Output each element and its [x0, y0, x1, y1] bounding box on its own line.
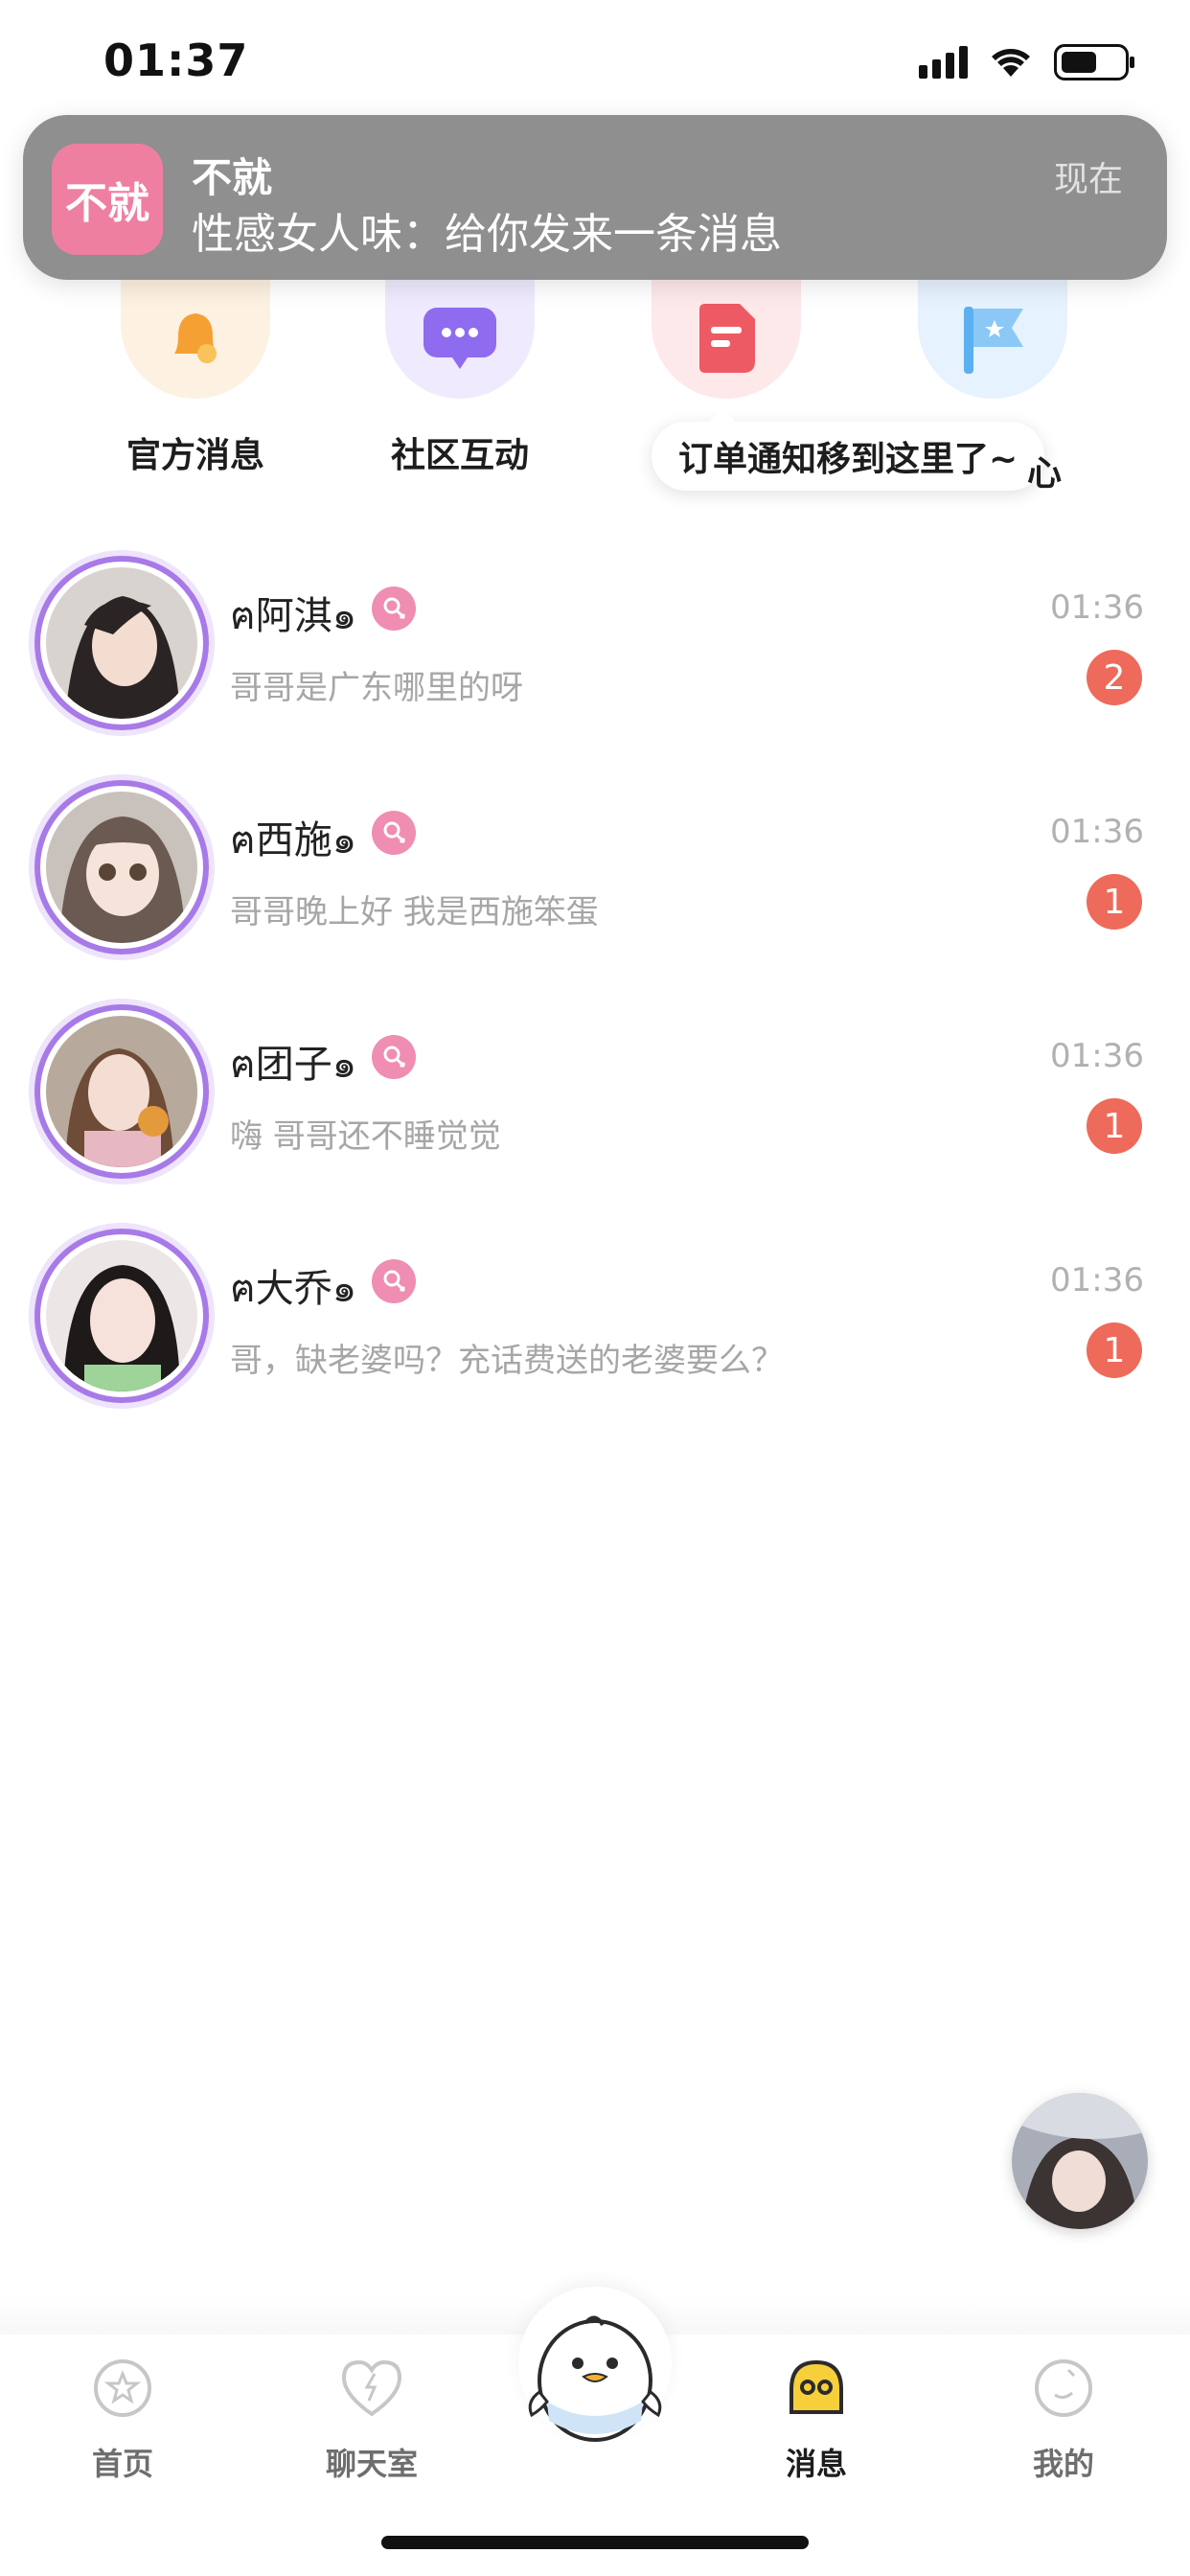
wifi-icon — [989, 46, 1033, 79]
floating-avatar-button[interactable] — [1012, 2093, 1148, 2229]
contact-name: ฅ阿淇๑ — [230, 594, 357, 638]
message-time: 01:36 — [1050, 1261, 1144, 1300]
notification-title: 不就 — [192, 154, 273, 201]
female-gender-icon — [372, 586, 416, 631]
heart-lightning-icon — [337, 2354, 406, 2423]
contact-name: ฅ团子๑ — [230, 1043, 357, 1087]
bell-icon — [121, 278, 270, 399]
home-star-icon — [88, 2354, 157, 2423]
message-preview: 哥，缺老婆吗？充话费送的老婆要么？ — [230, 1342, 784, 1380]
push-notification-banner[interactable]: 不就 不就 性感女人味：给你发来一条消息 现在 — [23, 115, 1167, 280]
tab-chatroom[interactable]: 聊天室 — [295, 2354, 448, 2484]
home-indicator[interactable] — [381, 2536, 809, 2549]
tab-label: 消息 — [785, 2446, 847, 2482]
unread-count-badge: 1 — [1087, 1098, 1142, 1154]
tab-home[interactable]: 首页 — [46, 2354, 199, 2484]
conversation-list: ฅ阿淇๑ 01:36 哥哥是广东哪里的呀 2 ฅ西施๑ 01:36 哥哥晚上好 … — [0, 546, 1190, 1443]
quick-entry-official[interactable]: 官方消息 — [100, 278, 291, 489]
chat-bubble-icon — [385, 278, 535, 399]
status-bar: 01:37 — [0, 0, 1190, 115]
message-preview: 哥哥是广东哪里的呀 — [230, 669, 523, 707]
unread-count-badge: 1 — [1087, 1322, 1142, 1378]
quick-entry-label: 社区互动 — [390, 436, 529, 475]
order-doc-icon — [652, 278, 801, 399]
cellular-signal-icon — [919, 46, 968, 79]
profile-icon — [1029, 2354, 1098, 2423]
avatar[interactable] — [34, 780, 209, 954]
message-time: 01:36 — [1050, 813, 1144, 851]
message-preview: 嗨 哥哥还不睡觉觉 — [230, 1117, 501, 1156]
battery-icon — [1054, 44, 1134, 80]
unread-count-badge: 2 — [1087, 650, 1142, 705]
contact-name: ฅ西施๑ — [230, 818, 357, 862]
message-time: 01:36 — [1050, 588, 1144, 627]
tab-profile[interactable]: 我的 — [987, 2354, 1140, 2484]
avatar[interactable] — [34, 1229, 209, 1403]
quick-entry-community[interactable]: 社区互动 — [364, 278, 556, 489]
messages-screen: 01:37 官方消息 社区互动 订单通知移到这里了~ 心 不就 不就 性感女人味… — [0, 0, 1190, 2576]
tab-messages[interactable]: 消息 — [740, 2354, 893, 2484]
female-gender-icon — [372, 1259, 416, 1303]
contact-name: ฅ大乔๑ — [230, 1267, 357, 1311]
conversation-row[interactable]: ฅ阿淇๑ 01:36 哥哥是广东哪里的呀 2 — [0, 546, 1190, 770]
notification-message: 性感女人味：给你发来一条消息 — [192, 210, 782, 259]
center-mascot-button[interactable] — [518, 2287, 672, 2442]
tab-label: 聊天室 — [325, 2446, 418, 2482]
avatar-image — [46, 1240, 197, 1392]
avatar-image — [46, 1016, 197, 1167]
conversation-row[interactable]: ฅ大乔๑ 01:36 哥，缺老婆吗？充话费送的老婆要么？ 1 — [0, 1219, 1190, 1443]
tab-label: 我的 — [1032, 2446, 1094, 2482]
conversation-row[interactable]: ฅ西施๑ 01:36 哥哥晚上好 我是西施笨蛋 1 — [0, 770, 1190, 995]
avatar[interactable] — [34, 556, 209, 730]
status-icons — [919, 44, 1134, 80]
avatar-image — [46, 792, 197, 943]
female-gender-icon — [372, 1035, 416, 1079]
avatar[interactable] — [34, 1004, 209, 1179]
flag-icon — [918, 278, 1067, 399]
conversation-row[interactable]: ฅ团子๑ 01:36 嗨 哥哥还不睡觉觉 1 — [0, 995, 1190, 1219]
message-time: 01:36 — [1050, 1037, 1144, 1075]
avatar-image — [46, 567, 197, 719]
message-face-icon — [782, 2354, 851, 2423]
message-preview: 哥哥晚上好 我是西施笨蛋 — [230, 893, 599, 932]
mascot-bird-icon — [518, 2287, 672, 2442]
unread-count-badge: 1 — [1087, 874, 1142, 930]
order-move-tooltip[interactable]: 订单通知移到这里了~ — [652, 408, 1045, 491]
status-time: 01:37 — [103, 34, 249, 86]
quick-entry-label: 官方消息 — [126, 436, 264, 475]
quick-entry-partial-label: 心 — [1027, 454, 1063, 494]
notification-time: 现在 — [1053, 160, 1123, 199]
app-logo-icon: 不就 — [52, 144, 163, 255]
tab-label: 首页 — [91, 2446, 153, 2482]
female-gender-icon — [372, 811, 416, 855]
